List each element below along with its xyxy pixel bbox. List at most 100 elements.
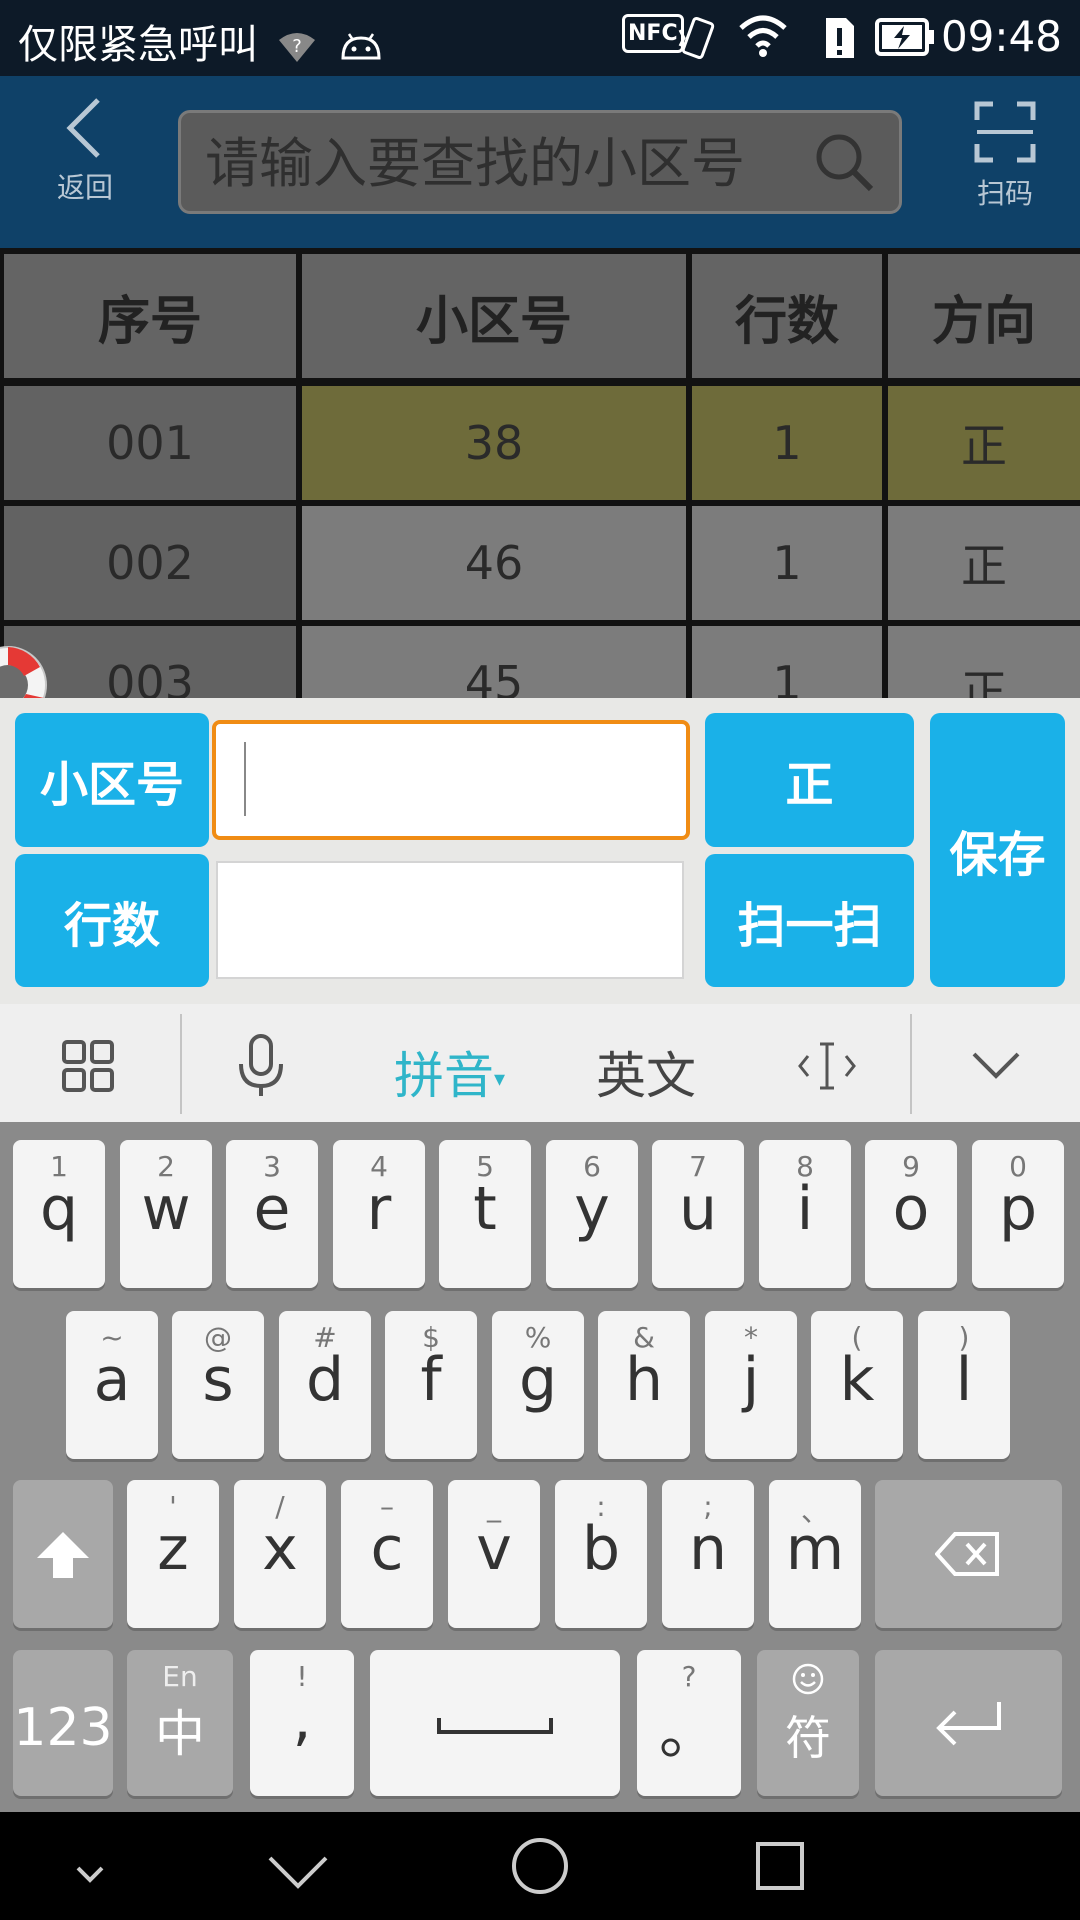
sim-alert-icon bbox=[826, 18, 854, 58]
wifi-icon bbox=[739, 15, 787, 57]
key-v[interactable]: _ v bbox=[448, 1480, 540, 1628]
symbols-key[interactable]: 符 bbox=[757, 1650, 859, 1796]
period-key[interactable]: ?。 bbox=[637, 1650, 741, 1796]
key-x[interactable]: / x bbox=[234, 1480, 326, 1628]
key-w[interactable]: 2w bbox=[120, 1140, 212, 1288]
rows-field[interactable] bbox=[216, 861, 684, 979]
space-key[interactable] bbox=[370, 1650, 620, 1796]
nfc-icon: NFC bbox=[622, 14, 684, 53]
hide-keyboard-icon[interactable] bbox=[74, 1864, 106, 1884]
backspace-key[interactable] bbox=[875, 1480, 1062, 1628]
table-cell-district[interactable]: 45 bbox=[302, 626, 686, 698]
navigation-bar bbox=[0, 1812, 1080, 1920]
backspace-icon bbox=[935, 1532, 999, 1576]
scan-button[interactable]: 扫一扫 bbox=[705, 854, 914, 987]
collapse-keyboard-icon[interactable] bbox=[970, 1048, 1022, 1082]
key-e[interactable]: 3e bbox=[226, 1140, 318, 1288]
back-label: 返回 bbox=[56, 171, 113, 204]
table-cell-rows[interactable]: 1 bbox=[692, 506, 882, 620]
table-header-rows: 行数 bbox=[692, 254, 882, 378]
table-cell-rows[interactable]: 1 bbox=[692, 626, 882, 698]
back-nav-icon[interactable] bbox=[266, 1852, 330, 1892]
table-header-district: 小区号 bbox=[302, 254, 686, 378]
svg-text:?: ? bbox=[292, 36, 302, 57]
save-button[interactable]: 保存 bbox=[930, 713, 1065, 987]
key-c[interactable]: – c bbox=[341, 1480, 433, 1628]
key-u[interactable]: 7u bbox=[652, 1140, 744, 1288]
keyboard-toolbar: 拼音▾ 英文 bbox=[0, 1004, 1080, 1122]
key-l[interactable]: ) l bbox=[918, 1311, 1010, 1459]
carrier-text: 仅限紧急呼叫 bbox=[18, 22, 258, 68]
key-t[interactable]: 5t bbox=[439, 1140, 531, 1288]
entry-form: 小区号 正 保存 行数 扫一扫 bbox=[0, 698, 1080, 1004]
district-label: 小区号 bbox=[15, 713, 209, 847]
rows-label: 行数 bbox=[15, 854, 209, 987]
search-box[interactable] bbox=[178, 110, 902, 214]
pinyin-tab[interactable]: 拼音▾ bbox=[394, 1036, 505, 1108]
enter-icon bbox=[936, 1702, 1001, 1746]
android-debug-icon bbox=[341, 33, 381, 60]
space-bar-icon bbox=[437, 1718, 553, 1734]
scan-code-button[interactable]: 扫码 bbox=[950, 100, 1060, 220]
table-header-direction: 方向 bbox=[888, 254, 1080, 378]
key-b[interactable]: :b bbox=[555, 1480, 647, 1628]
cursor-move-icon[interactable] bbox=[796, 1040, 858, 1092]
status-carrier: 仅限紧急呼叫 ? bbox=[18, 12, 383, 70]
shift-key[interactable] bbox=[13, 1480, 113, 1628]
numbers-key[interactable]: 123 bbox=[13, 1650, 113, 1796]
key-y[interactable]: 6y bbox=[546, 1140, 638, 1288]
key-p[interactable]: 0p bbox=[972, 1140, 1064, 1288]
table-cell-direction[interactable]: 正 bbox=[888, 626, 1080, 698]
key-g[interactable]: % g bbox=[492, 1311, 584, 1459]
district-input[interactable] bbox=[216, 724, 686, 836]
shift-arrow-icon bbox=[37, 1532, 89, 1578]
english-tab[interactable]: 英文 bbox=[596, 1036, 696, 1108]
wifi-question-icon: ? bbox=[278, 33, 315, 62]
key-z[interactable]: ' z bbox=[127, 1480, 219, 1628]
grid-menu-icon[interactable] bbox=[62, 1040, 114, 1092]
data-table: 序号 小区号 行数 方向 001 38 1 正 002 46 1 正 003 4… bbox=[0, 248, 1080, 698]
comma-key[interactable]: !, bbox=[250, 1650, 354, 1796]
back-button[interactable]: 返回 bbox=[40, 96, 130, 216]
table-cell-district[interactable]: 46 bbox=[302, 506, 686, 620]
key-m[interactable]: 、 m bbox=[769, 1480, 861, 1628]
key-k[interactable]: (k bbox=[811, 1311, 903, 1459]
key-n[interactable]: ; n bbox=[662, 1480, 754, 1628]
key-q[interactable]: 1q bbox=[13, 1140, 105, 1288]
microphone-icon[interactable] bbox=[236, 1034, 286, 1098]
vibrate-icon bbox=[678, 17, 715, 59]
table-cell-index[interactable]: 001 bbox=[4, 386, 296, 500]
divider bbox=[180, 1014, 182, 1114]
key-a[interactable]: ~ a bbox=[66, 1311, 158, 1459]
table-cell-rows[interactable]: 1 bbox=[692, 386, 882, 500]
key-s[interactable]: @ s bbox=[172, 1311, 264, 1459]
search-icon[interactable] bbox=[813, 131, 877, 195]
divider bbox=[910, 1014, 912, 1114]
battery-charging-icon bbox=[875, 18, 934, 56]
recents-nav-icon[interactable] bbox=[754, 1840, 806, 1892]
status-bar: 仅限紧急呼叫 ? NFC 09:48 bbox=[0, 0, 1080, 76]
table-header-index: 序号 bbox=[4, 254, 296, 378]
scan-code-label: 扫码 bbox=[976, 177, 1033, 210]
key-h[interactable]: & h bbox=[598, 1311, 690, 1459]
scan-frame-icon bbox=[974, 101, 1036, 163]
chevron-left-icon bbox=[66, 98, 100, 158]
home-nav-icon[interactable] bbox=[510, 1836, 570, 1896]
key-j[interactable]: * j bbox=[705, 1311, 797, 1459]
pinyin-tab-label: 拼音 bbox=[394, 1047, 494, 1105]
table-cell-direction[interactable]: 正 bbox=[888, 506, 1080, 620]
key-f[interactable]: $ f bbox=[385, 1311, 477, 1459]
key-d[interactable]: # d bbox=[279, 1311, 371, 1459]
search-input[interactable] bbox=[203, 113, 767, 213]
rows-input[interactable] bbox=[218, 863, 682, 977]
direction-button[interactable]: 正 bbox=[705, 713, 914, 847]
table-cell-direction[interactable]: 正 bbox=[888, 386, 1080, 500]
table-cell-index[interactable]: 002 bbox=[4, 506, 296, 620]
key-o[interactable]: 9o bbox=[865, 1140, 957, 1288]
district-field[interactable] bbox=[212, 720, 690, 840]
key-i[interactable]: 8i bbox=[759, 1140, 851, 1288]
key-r[interactable]: 4r bbox=[333, 1140, 425, 1288]
enter-key[interactable] bbox=[875, 1650, 1062, 1796]
language-switch-key[interactable]: En 中 bbox=[127, 1650, 233, 1796]
table-cell-district[interactable]: 38 bbox=[302, 386, 686, 500]
